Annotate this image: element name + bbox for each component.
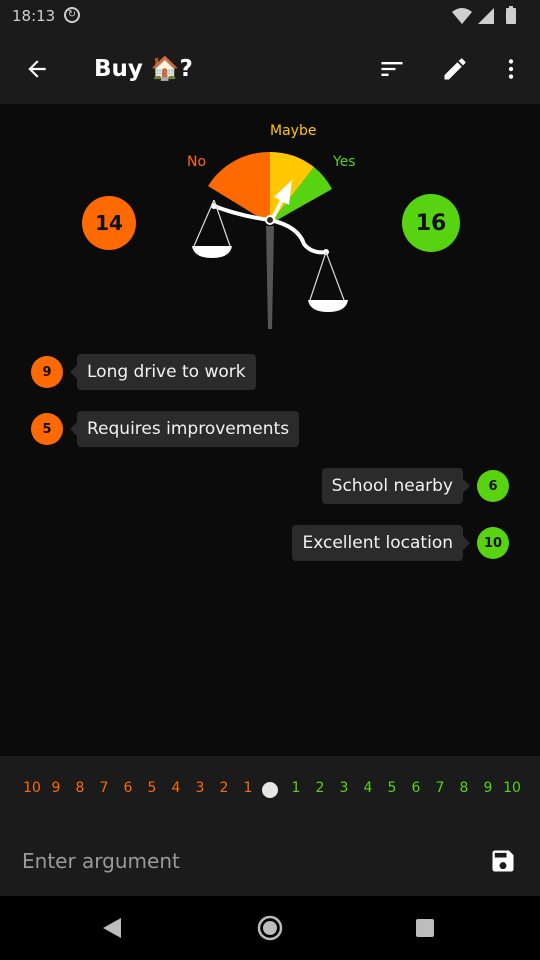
weight-option-for-6[interactable]: 6 bbox=[404, 780, 428, 796]
weight-option-against-3[interactable]: 3 bbox=[188, 780, 212, 796]
edit-button[interactable] bbox=[431, 45, 479, 93]
weight-option-against-5[interactable]: 5 bbox=[140, 780, 164, 796]
weight-option-against-8[interactable]: 8 bbox=[68, 780, 92, 796]
argument-item[interactable]: 9 Long drive to work bbox=[31, 354, 331, 390]
main-content: 14 16 No Maybe Yes 9 Long drive to work … bbox=[0, 104, 540, 756]
weight-option-for-9[interactable]: 9 bbox=[476, 780, 500, 796]
argument-input-bar bbox=[0, 826, 540, 896]
weight-option-for-5[interactable]: 5 bbox=[380, 780, 404, 796]
argument-item[interactable]: 6 School nearby bbox=[209, 468, 509, 504]
weight-neutral-dot[interactable] bbox=[262, 782, 278, 798]
weight-option-for-3[interactable]: 3 bbox=[332, 780, 356, 796]
argument-weight-badge: 6 bbox=[477, 470, 509, 502]
weight-option-for-1[interactable]: 1 bbox=[284, 780, 308, 796]
square-recents-icon bbox=[416, 919, 434, 937]
weight-option-against-4[interactable]: 4 bbox=[164, 780, 188, 796]
argument-weight-badge: 5 bbox=[31, 413, 63, 445]
weight-option-for-8[interactable]: 8 bbox=[452, 780, 476, 796]
against-score-badge: 14 bbox=[82, 196, 136, 250]
save-icon bbox=[492, 850, 514, 872]
argument-text: Long drive to work bbox=[70, 354, 256, 390]
argument-item[interactable]: 10 Excellent location bbox=[209, 525, 509, 561]
sync-icon: ↻ bbox=[64, 7, 80, 23]
system-navigation-bar bbox=[0, 896, 540, 960]
triangle-back-icon bbox=[103, 918, 121, 938]
more-options-button[interactable] bbox=[487, 45, 535, 93]
save-button[interactable] bbox=[480, 838, 526, 884]
argument-input[interactable] bbox=[20, 842, 464, 880]
argument-item[interactable]: 5 Requires improvements bbox=[31, 411, 331, 447]
weight-option-for-7[interactable]: 7 bbox=[428, 780, 452, 796]
weight-option-against-10[interactable]: 10 bbox=[20, 780, 44, 796]
weight-selector: 10 9 8 7 6 5 4 3 2 1 1 2 3 4 5 6 7 8 9 1… bbox=[0, 756, 540, 826]
arrow-left-icon bbox=[28, 60, 46, 78]
status-bar: 18:13 ↻ bbox=[0, 0, 540, 34]
weight-option-against-6[interactable]: 6 bbox=[116, 780, 140, 796]
nav-recents-button[interactable] bbox=[401, 908, 449, 948]
weight-option-for-10[interactable]: 10 bbox=[500, 780, 524, 796]
argument-weight-badge: 10 bbox=[477, 527, 509, 559]
weight-option-against-1[interactable]: 1 bbox=[236, 780, 260, 796]
nav-home-button[interactable] bbox=[246, 908, 294, 948]
pencil-icon bbox=[444, 58, 466, 80]
status-time: 18:13 bbox=[12, 7, 56, 25]
weight-option-against-7[interactable]: 7 bbox=[92, 780, 116, 796]
weight-option-against-2[interactable]: 2 bbox=[212, 780, 236, 796]
system-status-icons bbox=[450, 6, 530, 30]
decision-scale-gauge bbox=[192, 151, 348, 329]
back-button[interactable] bbox=[13, 45, 61, 93]
nav-back-button[interactable] bbox=[88, 908, 136, 948]
argument-text: Excellent location bbox=[292, 525, 470, 561]
weight-option-for-4[interactable]: 4 bbox=[356, 780, 380, 796]
weight-option-for-2[interactable]: 2 bbox=[308, 780, 332, 796]
more-vert-icon bbox=[508, 59, 514, 79]
for-score-badge: 16 bbox=[402, 194, 460, 252]
page-title: Buy 🏠? bbox=[94, 56, 193, 82]
argument-weight-badge: 9 bbox=[31, 356, 63, 388]
app-bar: Buy 🏠? bbox=[0, 34, 540, 104]
argument-text: School nearby bbox=[321, 468, 471, 504]
circle-home-icon bbox=[257, 915, 283, 941]
weight-option-against-9[interactable]: 9 bbox=[44, 780, 68, 796]
sort-icon bbox=[381, 62, 403, 76]
sort-button[interactable] bbox=[368, 45, 416, 93]
argument-text: Requires improvements bbox=[69, 411, 300, 447]
